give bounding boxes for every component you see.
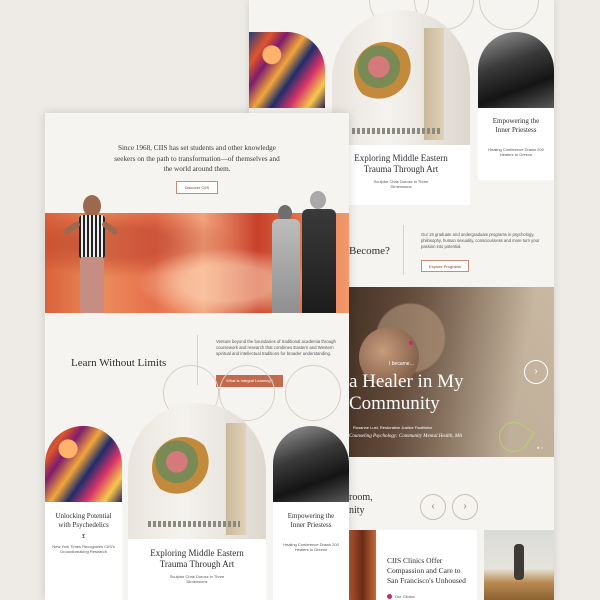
- card-psychedelics[interactable]: Unlocking Potential with Psychedelics 𝕿 …: [45, 502, 122, 600]
- card-subtitle: Sculptor Chris Dorosz in Three Dimension…: [169, 574, 225, 584]
- card-clinics[interactable]: CIIS Clinics Offer Compassion and Care t…: [377, 530, 477, 600]
- decorative-ring: [285, 365, 341, 421]
- hero-headline: a Healer in My Community: [349, 371, 464, 414]
- card-title: CIIS Clinics Offer Compassion and Care t…: [387, 556, 466, 585]
- card-priestess[interactable]: Empowering the Inner Priestess Healing C…: [273, 502, 349, 600]
- clinic-image[interactable]: [349, 530, 376, 600]
- card-sculpture[interactable]: Exploring Middle Eastern Trauma Through …: [332, 145, 470, 205]
- student-photo: [61, 195, 121, 313]
- sculpture-image[interactable]: [128, 403, 266, 539]
- card-subtitle: New York Times Recognizes CIIS's Groundb…: [52, 544, 115, 554]
- hero-dot: [409, 341, 413, 345]
- learn-heading: Learn Without Limits: [71, 357, 167, 369]
- card-tag: Our Clinics: [395, 594, 415, 599]
- hero-image: I became... a Healer in My Community Ros…: [349, 287, 554, 458]
- priestess-image[interactable]: [478, 32, 554, 108]
- card-sculpture[interactable]: Exploring Middle Eastern Trauma Through …: [128, 539, 266, 600]
- card-title: Empowering the Inner Priestess: [492, 117, 540, 134]
- intro-text: Since 1968, CIIS has set students and ot…: [114, 144, 280, 173]
- card-priestess[interactable]: Empowering the Inner Priestess Healing C…: [478, 108, 554, 180]
- card-title: Exploring Middle Eastern Trauma Through …: [354, 153, 448, 174]
- next-button[interactable]: ›: [452, 494, 478, 520]
- hero-next-button[interactable]: ›: [524, 360, 548, 384]
- card-title: Exploring Middle Eastern Trauma Through …: [150, 548, 244, 569]
- hero-program: Counseling Psychology: Community Mental …: [349, 434, 463, 439]
- nyt-logo: 𝕿: [81, 534, 86, 540]
- tag-dot: [387, 594, 392, 599]
- hero-eyebrow: I became...: [389, 361, 414, 367]
- card-title: Empowering the Inner Priestess: [287, 512, 335, 529]
- card-subtitle: Sculptor Chris Dorosz in Three Dimension…: [373, 179, 429, 189]
- explore-programs-button[interactable]: Explore Programs: [421, 260, 469, 272]
- become-body: Our 15 graduate and undergraduate progra…: [421, 232, 540, 249]
- couple-photo: [270, 191, 349, 313]
- hero-name: Rosanne Lust, Restorative Justice Facili…: [353, 425, 433, 430]
- front-page-screenshot: Since 1968, CIIS has set students and ot…: [45, 113, 349, 600]
- divider: [403, 225, 404, 275]
- become-heading: Become?: [349, 245, 390, 257]
- sculpture-image[interactable]: [332, 10, 470, 145]
- discover-ciis-button[interactable]: Discover CIIS: [176, 181, 218, 194]
- decorative-ring: [479, 0, 539, 30]
- card-subtitle: Healing Conference Draws 200 Healers to …: [283, 542, 339, 552]
- stage: Exploring Middle Eastern Trauma Through …: [0, 0, 600, 600]
- psychedelic-art-image[interactable]: [249, 32, 325, 108]
- carousel-dots[interactable]: ● ○: [537, 445, 543, 450]
- card-title: Unlocking Potential with Psychedelics: [55, 512, 112, 529]
- lower-heading-line-2: nity: [349, 505, 365, 516]
- priestess-image[interactable]: [273, 426, 349, 502]
- card-subtitle: Healing Conference Draws 200 Healers to …: [488, 147, 544, 157]
- lower-heading-line-1: room,: [349, 492, 373, 503]
- learn-body: Venture beyond the boundaries of traditi…: [216, 339, 336, 357]
- psychedelic-art-image[interactable]: [45, 426, 122, 502]
- prev-button[interactable]: ‹: [420, 494, 446, 520]
- performer-image[interactable]: [484, 530, 554, 600]
